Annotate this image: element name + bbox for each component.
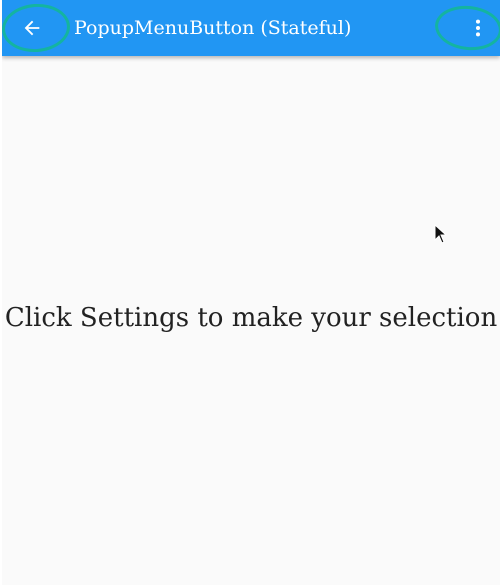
- mouse-pointer-icon: [434, 224, 448, 244]
- instruction-text: Click Settings to make your selection: [4, 303, 498, 333]
- arrow-left-icon: [24, 20, 40, 36]
- more-options-button[interactable]: [456, 6, 500, 50]
- app-bar-title: PopupMenuButton (Stateful): [74, 17, 352, 39]
- app-screen: PopupMenuButton (Stateful) Click Setting…: [2, 0, 500, 585]
- more-vert-icon: [475, 19, 481, 37]
- app-bar: PopupMenuButton (Stateful): [2, 0, 500, 56]
- page-body: Click Settings to make your selection: [2, 56, 500, 585]
- back-button[interactable]: [10, 6, 54, 50]
